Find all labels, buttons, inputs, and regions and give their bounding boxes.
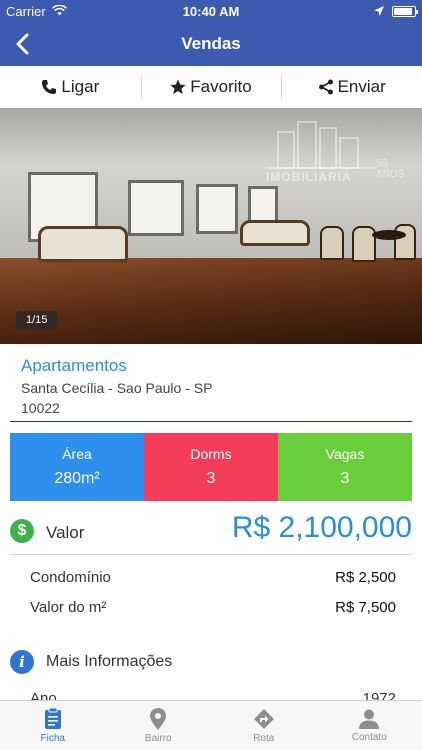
phone-icon: [42, 80, 57, 94]
stat-vagas-value: 3: [340, 470, 350, 487]
detail-label: Valor do m²: [30, 598, 107, 616]
document-icon: [44, 707, 61, 729]
detail-value: R$ 2,500: [335, 568, 396, 586]
tab-bairro[interactable]: Bairro: [106, 701, 212, 750]
stat-area: Área 280m²: [10, 433, 144, 501]
action-row: Ligar Favorito Enviar: [0, 66, 422, 108]
nav-bar: Vendas: [0, 22, 422, 66]
stat-dorms: Dorms 3: [144, 433, 278, 501]
agency-watermark: IMOBILIARIA 50 ANOS: [266, 118, 406, 198]
watermark-text: IMOBILIARIA: [266, 170, 352, 184]
favorite-label: Favorito: [190, 77, 252, 96]
map-pin-icon: [150, 707, 167, 730]
call-button[interactable]: Ligar: [0, 66, 141, 108]
person-icon: [359, 709, 380, 729]
more-info-header: i Mais Informações: [10, 648, 412, 676]
tab-ficha[interactable]: Ficha: [0, 701, 106, 750]
tab-label: Contato: [351, 731, 387, 743]
status-time: 10:40 AM: [182, 4, 240, 19]
property-code: 10022: [21, 400, 60, 416]
divider: [10, 421, 412, 422]
detail-row-valor-m2: Valor do m² R$ 7,500: [30, 592, 396, 622]
skyline-logo-icon: [266, 121, 376, 169]
property-type: Apartamentos: [21, 356, 127, 375]
info-icon: i: [10, 650, 34, 674]
stat-dorms-value: 3: [206, 470, 216, 487]
stats-tiles: Área 280m² Dorms 3 Vagas 3: [10, 433, 412, 501]
page-title: Vendas: [181, 34, 241, 53]
tab-bar: Ficha Bairro Rota Contato: [0, 700, 422, 750]
star-icon: [170, 79, 186, 94]
price-label: Valor: [46, 523, 85, 542]
stat-dorms-label: Dorms: [190, 446, 232, 462]
detail-row-condominio: Condomínio R$ 2,500: [30, 562, 396, 592]
photo-counter: 1/15: [16, 311, 58, 329]
stat-area-value: 280m²: [54, 470, 100, 487]
top-bar: Carrier 10:40 AM Vendas: [0, 0, 422, 66]
battery-icon: [392, 6, 418, 17]
route-icon: [253, 708, 274, 729]
price-row: $ Valor R$ 2,100,000: [10, 507, 412, 555]
tab-contato[interactable]: Contato: [317, 701, 422, 750]
stat-vagas: Vagas 3: [278, 433, 412, 501]
share-label: Enviar: [337, 77, 386, 96]
detail-label: Condomínio: [30, 568, 111, 586]
favorite-button[interactable]: Favorito: [140, 66, 282, 108]
tab-rota[interactable]: Rota: [211, 701, 317, 750]
share-icon: [318, 79, 333, 95]
share-button[interactable]: Enviar: [281, 66, 422, 108]
tab-label: Bairro: [144, 732, 172, 744]
tab-label: Rota: [253, 732, 275, 744]
stat-area-label: Área: [62, 446, 92, 462]
stat-vagas-label: Vagas: [325, 446, 365, 462]
detail-value: R$ 7,500: [335, 598, 396, 616]
dollar-icon: $: [10, 519, 34, 543]
location-arrow-icon: [374, 4, 384, 19]
tab-label: Ficha: [40, 732, 65, 744]
listing-info: Apartamentos Santa Cecília - Sao Paulo -…: [21, 356, 411, 416]
status-bar: Carrier 10:40 AM: [0, 0, 422, 22]
more-info-label: Mais Informações: [46, 653, 173, 670]
price-amount: R$ 2,100,000: [231, 511, 412, 544]
property-address: Santa Cecília - Sao Paulo - SP: [21, 380, 213, 396]
call-label: Ligar: [61, 77, 100, 96]
price-details: Condomínio R$ 2,500 Valor do m² R$ 7,500: [30, 562, 396, 622]
watermark-year: 50 ANOS: [376, 158, 405, 180]
